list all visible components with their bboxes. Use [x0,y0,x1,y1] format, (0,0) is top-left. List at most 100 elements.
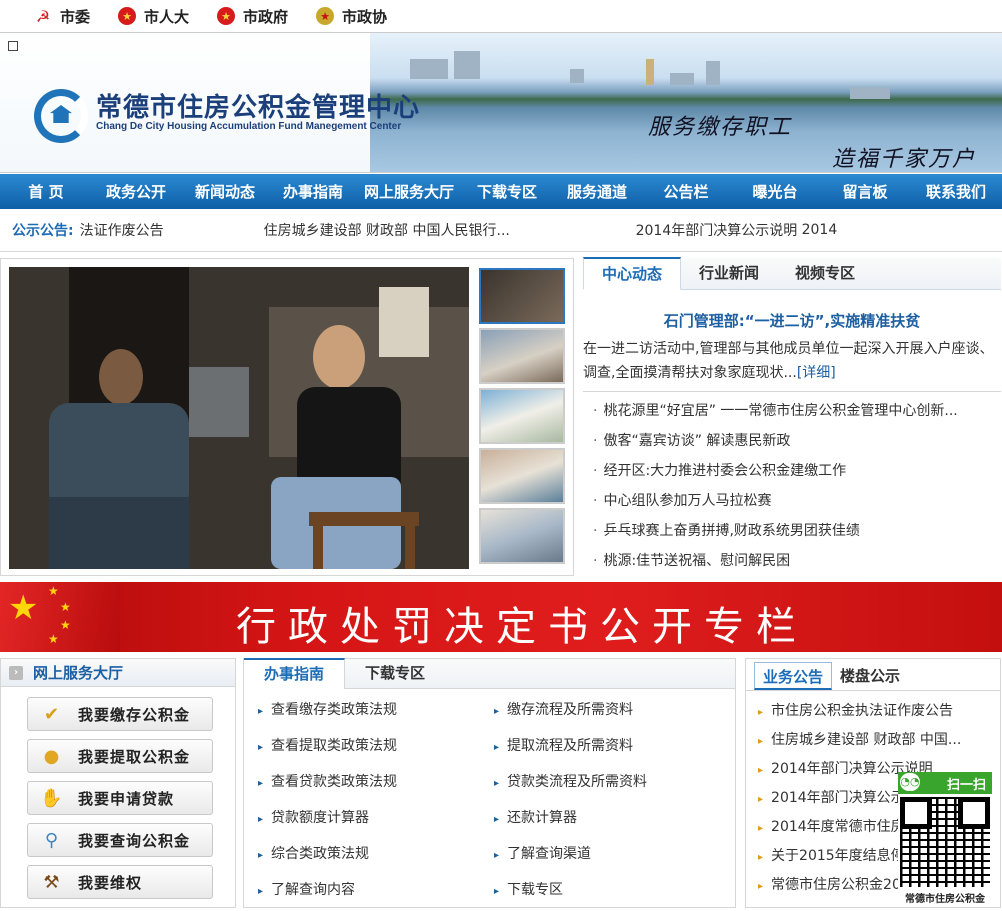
news-more-link[interactable]: [详细] [797,365,836,381]
tab-property-disclosure[interactable]: 楼盘公示 [832,662,908,690]
thumbnail-1[interactable] [479,268,565,324]
guide-link[interactable]: 贷款额度计算器 [258,803,494,839]
query-fund-button[interactable]: ⚲ 我要查询公积金 [27,823,213,857]
thumbnail-4[interactable] [479,448,565,504]
tab-downloads[interactable]: 下载专区 [345,659,445,688]
news-summary-text: 在一进二访活动中,管理部与其他成员单位一起深入开展入户座谈、调查,全面摸清帮扶对… [583,341,994,381]
main-nav: 首 页 政务公开 新闻动态 办事指南 网上服务大厅 下载专区 服务通道 公告栏 … [0,174,1002,209]
notice-item[interactable]: 2014年部门决算公示说明 [636,220,802,240]
withdraw-button[interactable]: ● 我要提取公积金 [27,739,213,773]
party-emblem-icon: ☭ [35,6,51,26]
slogan-line-2: 造福千家万户 [832,147,977,172]
notice-item[interactable]: 法证作废公告 [80,220,264,240]
guide-link[interactable]: 了解查询渠道 [494,839,728,875]
guide-link[interactable]: 综合类政策法规 [258,839,494,875]
nav-bulletin[interactable]: 公告栏 [642,181,730,202]
top-link-cppcc[interactable]: ★ 市政协 [316,6,387,27]
qr-code-image [900,797,990,887]
banner-text: 行政处罚决定书公开专栏 [236,604,808,650]
guide-link[interactable]: 缴存流程及所需资料 [494,695,728,731]
qr-code-widget[interactable]: ◔◔ 扫一扫 常德市住房公积金 [898,772,992,905]
guide-links: 查看缴存类政策法规 缴存流程及所需资料 查看提取类政策法规 提取流程及所需资料 … [258,695,728,911]
list-item[interactable]: 傲客“嘉宾访谈” 解读惠民新政 [583,426,1001,456]
star-icon: ★ [60,618,71,632]
header-banner: 常德市住房公积金管理中心 Chang De City Housing Accum… [0,32,1002,173]
photo-illustration [9,267,469,569]
guide-link[interactable]: 提取流程及所需资料 [494,731,728,767]
thumbnail-2[interactable] [479,328,565,384]
list-item[interactable]: 经开区:大力推进村委会公积金建缴工作 [583,456,1001,486]
gavel-icon: ⚒ [43,871,61,893]
list-item[interactable]: 市住房公积金执法证作废公告 [758,697,1000,726]
guide-link[interactable]: 了解查询内容 [258,875,494,911]
top-link-party[interactable]: ☭ 市委 [34,6,90,27]
tab-video[interactable]: 视频专区 [777,258,873,289]
penalty-disclosure-banner[interactable]: ★ ★ ★ ★ ★ 行政处罚决定书公开专栏 [0,582,1002,652]
star-icon: ★ [48,632,59,646]
guide-link[interactable]: 查看提取类政策法规 [258,731,494,767]
guide-link[interactable]: 还款计算器 [494,803,728,839]
nav-contact[interactable]: 联系我们 [910,181,1002,202]
site-title: 常德市住房公积金管理中心 [96,93,421,123]
nav-online-service[interactable]: 网上服务大厅 [356,181,462,202]
photo-slideshow [0,258,574,576]
tab-guide[interactable]: 办事指南 [244,658,346,689]
list-item[interactable]: 桃花源里“好宜居” 一一常德市住房公积金管理中心创新... [583,396,1001,426]
nav-service-channel[interactable]: 服务通道 [552,181,642,202]
guide-link[interactable]: 下载专区 [494,875,728,911]
menu-toggle-icon[interactable] [8,41,18,51]
guide-link[interactable]: 查看缴存类政策法规 [258,695,494,731]
rights-protection-button[interactable]: ⚒ 我要维权 [27,865,213,899]
list-item[interactable]: 桃源:佳节送祝福、慰问解民困 [583,546,1001,576]
thumbnail-5[interactable] [479,508,565,564]
button-label: 我要查询公积金 [78,831,191,850]
star-icon: ★ [8,588,39,628]
guide-link[interactable]: 贷款类流程及所需资料 [494,767,728,803]
nav-downloads[interactable]: 下载专区 [462,181,552,202]
scan-label: 扫一扫 [946,777,986,793]
nav-guide[interactable]: 办事指南 [270,181,356,202]
national-emblem-icon: ★ [118,7,137,25]
top-link-congress[interactable]: ★ 市人大 [118,6,189,27]
news-list: 桃花源里“好宜居” 一一常德市住房公积金管理中心创新... 傲客“嘉宾访谈” 解… [583,391,1001,576]
list-item[interactable]: 住房城乡建设部 财政部 中国... [758,726,1000,755]
news-summary: 在一进二访活动中,管理部与其他成员单位一起深入开展入户座谈、调查,全面摸清帮扶对… [583,337,1001,385]
notice-item[interactable]: 住房城乡建设部 财政部 中国人民银行... [264,220,636,240]
top-link-government[interactable]: ★ 市政府 [217,6,288,27]
top-links-bar: ☭ 市委 ★ 市人大 ★ 市政府 ★ 市政协 [0,0,1002,32]
list-item[interactable]: 中心组队参加万人马拉松赛 [583,486,1001,516]
apply-loan-button[interactable]: ✋ 我要申请贷款 [27,781,213,815]
button-label: 我要申请贷款 [78,789,175,808]
tab-business-notice[interactable]: 业务公告 [754,662,833,690]
service-hall-header: › 网上服务大厅 [1,659,235,687]
star-icon: ★ [48,584,59,598]
nav-home[interactable]: 首 页 [0,181,92,202]
coins-icon: ● [43,745,61,767]
nav-exposure[interactable]: 曝光台 [730,181,820,202]
notice-label: 公示公告: [12,223,74,239]
deposit-button[interactable]: ✔ 我要缴存公积金 [27,697,213,731]
handshake-icon: ✋ [40,787,64,809]
nav-message-board[interactable]: 留言板 [820,181,910,202]
top-link-label: 市委 [60,7,91,26]
list-item[interactable]: 乒乓球赛上奋勇拼搏,财政系统男团获佳绩 [583,516,1001,546]
thumbnail-3[interactable] [479,388,565,444]
news-headline[interactable]: 石门管理部:“一进二访”,实施精准扶贫 [583,310,1001,331]
guide-tabs: 办事指南 下载专区 [244,658,735,689]
main-news-photo[interactable] [9,267,469,569]
online-service-hall: › 网上服务大厅 ✔ 我要缴存公积金 ● 我要提取公积金 ✋ 我要申请贷款 ⚲ … [0,658,236,908]
nav-gov-affairs[interactable]: 政务公开 [92,181,180,202]
medal-icon: ✔ [43,703,61,725]
service-hall-title: 网上服务大厅 [33,664,124,682]
news-panel: 中心动态 行业新闻 视频专区 石门管理部:“一进二访”,实施精准扶贫 在一进二访… [583,257,1001,576]
notice-item[interactable]: 2014 [802,222,838,238]
button-label: 我要维权 [78,873,143,892]
guide-box: 办事指南 下载专区 查看缴存类政策法规 缴存流程及所需资料 查看提取类政策法规 … [243,658,736,908]
tab-industry-news[interactable]: 行业新闻 [681,258,777,289]
tab-center-news[interactable]: 中心动态 [583,257,682,290]
star-icon: ★ [60,600,71,614]
cppcc-emblem-icon: ★ [316,7,335,25]
top-link-label: 市政府 [243,7,289,26]
nav-news[interactable]: 新闻动态 [180,181,270,202]
guide-link[interactable]: 查看贷款类政策法规 [258,767,494,803]
